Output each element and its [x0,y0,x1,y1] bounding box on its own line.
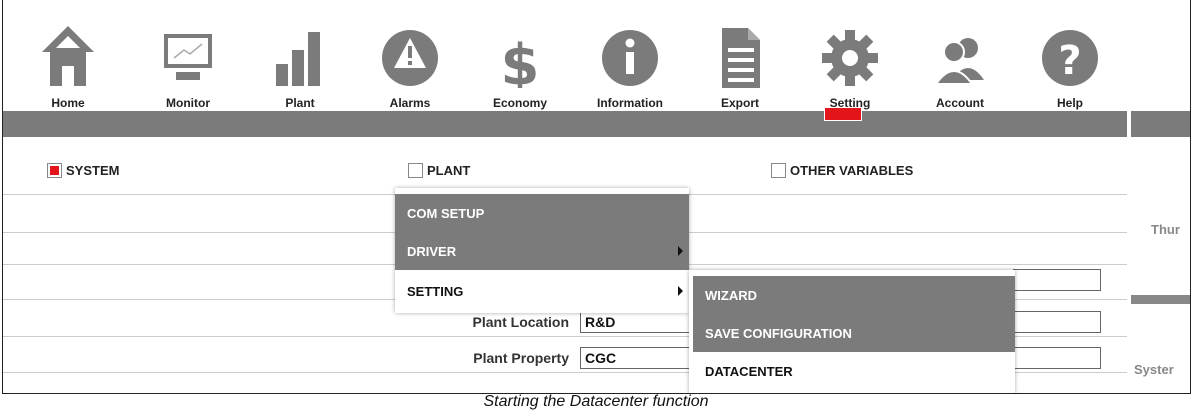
setting-dropdown-menu: COM SETUP DRIVER SETTING [395,188,689,313]
tab-other-variables[interactable]: OTHER VARIABLES [771,163,913,178]
menu-item-com-setup-label: COM SETUP [407,205,485,221]
text-input-right[interactable] [1013,269,1101,291]
monitor-icon [143,0,233,88]
users-icon [915,0,1005,88]
plant-property-input[interactable]: CGC [580,347,695,369]
plant-location-input-right[interactable] [1013,311,1101,333]
nav-label-monitor: Monitor [166,96,210,110]
nav-item-information[interactable]: Information [585,0,675,111]
menu-item-setting[interactable]: SETTING [395,272,689,310]
nav-item-alarms[interactable]: Alarms [365,0,455,111]
tab-other-variables-label: OTHER VARIABLES [790,163,914,178]
gear-icon [805,0,895,88]
figure-caption: Starting the Datacenter function [483,393,709,410]
home-icon [23,0,113,88]
submenu-arrow-icon [678,286,683,296]
nav-label-help: Help [1056,96,1083,110]
nav-label-export: Export [720,96,759,110]
nav-label-information: Information [597,96,663,110]
warning-icon [365,0,455,88]
nav-item-help[interactable]: ? Help [1025,0,1115,111]
svg-text:$: $ [501,33,540,88]
tab-plant-label: PLANT [427,163,471,178]
right-pane-divider [1131,295,1190,304]
system-checkbox[interactable] [47,163,62,178]
setting-submenu: WIZARD SAVE CONFIGURATION DATACENTER [689,270,1015,393]
submenu-bar [3,111,1127,137]
nav-item-account[interactable]: Account [915,0,1005,111]
other-variables-checkbox[interactable] [771,163,786,178]
plant-property-input-right[interactable] [1013,347,1101,369]
nav-label-economy: Economy [492,96,547,110]
menu-item-driver-label: DRIVER [407,243,457,259]
plant-property-label: Plant Property [473,350,569,366]
nav-item-economy[interactable]: $ Economy [475,0,565,111]
top-nav: Home Monitor Plant Alarms $ Economy Info… [3,0,1190,111]
nav-item-home[interactable]: Home [23,0,113,111]
right-pane-date: Thur [1151,222,1180,237]
menu-item-setting-label: SETTING [407,283,464,299]
nav-label-alarms: Alarms [389,96,431,110]
active-tab-indicator [824,107,862,121]
submenu-item-datacenter-label: DATACENTER [705,363,793,379]
tab-plant[interactable]: PLANT [408,163,470,178]
help-icon: ? [1025,0,1115,88]
submenu-arrow-icon [678,246,683,256]
right-pane [1131,137,1190,393]
menu-item-com-setup[interactable]: COM SETUP [395,194,689,232]
nav-label-home: Home [51,96,85,110]
nav-item-export[interactable]: Export [695,0,785,111]
app-frame: Home Monitor Plant Alarms $ Economy Info… [2,0,1191,394]
info-icon [585,0,675,88]
plant-checkbox[interactable] [408,163,423,178]
document-icon [695,0,785,88]
nav-label-plant: Plant [285,96,315,110]
submenu-item-wizard-label: WIZARD [705,287,757,303]
nav-item-setting[interactable]: Setting [805,0,895,111]
dollar-icon: $ [475,0,565,88]
nav-item-monitor[interactable]: Monitor [143,0,233,111]
right-pane-header [1131,111,1190,137]
submenu-item-save-configuration-label: SAVE CONFIGURATION [705,325,852,341]
tab-system[interactable]: SYSTEM [47,163,119,178]
tab-system-label: SYSTEM [66,163,120,178]
right-pane-system: Syster [1134,362,1174,377]
nav-label-account: Account [936,96,984,110]
menu-item-driver[interactable]: DRIVER [395,232,689,270]
submenu-item-wizard[interactable]: WIZARD [693,276,1015,314]
plant-location-input[interactable]: R&D [580,311,695,333]
submenu-item-save-configuration[interactable]: SAVE CONFIGURATION [693,314,1015,352]
submenu-item-datacenter[interactable]: DATACENTER [693,352,1015,390]
svg-text:?: ? [1058,38,1081,84]
plant-location-label: Plant Location [472,314,569,330]
bar-chart-icon [255,0,345,88]
nav-item-plant[interactable]: Plant [255,0,345,111]
